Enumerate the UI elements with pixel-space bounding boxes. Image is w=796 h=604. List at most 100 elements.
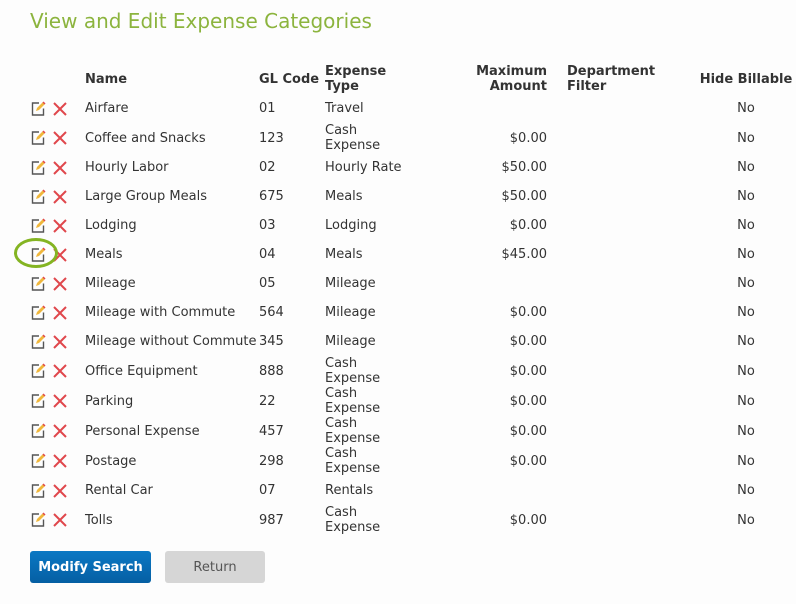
modify-search-button[interactable]: Modify Search: [30, 551, 151, 583]
cell-hide-billable: No: [737, 160, 755, 175]
cell-hide-billable: No: [737, 305, 755, 320]
table-row: Personal Expense 457 Cash Expense $0.00 …: [22, 416, 795, 446]
cell-maximum-amount: $0.00: [509, 363, 547, 379]
cell-hide-billable: No: [737, 334, 755, 349]
delete-icon[interactable]: [52, 305, 68, 321]
cell-name: Parking: [85, 393, 134, 409]
cell-gl-code: 02: [259, 160, 276, 175]
cell-department-filter: [557, 386, 697, 416]
header-name[interactable]: Name: [85, 64, 259, 94]
return-button[interactable]: Return: [165, 551, 265, 583]
delete-icon[interactable]: [52, 453, 68, 469]
table-row: Large Group Meals 675 Meals $50.00 No: [22, 182, 795, 211]
delete-icon[interactable]: [52, 101, 68, 117]
cell-name: Mileage with Commute: [85, 305, 236, 320]
table-header: Name GL Code Expense Type Maximum Amount…: [22, 64, 795, 94]
cell-department-filter: [557, 356, 697, 386]
cell-gl-code: 888: [259, 363, 284, 379]
delete-icon[interactable]: [52, 130, 68, 146]
highlight-circle: [14, 237, 58, 268]
delete-icon[interactable]: [52, 512, 68, 528]
header-department-filter[interactable]: Department Filter: [557, 64, 697, 94]
cell-name: Postage: [85, 453, 137, 469]
delete-icon[interactable]: [52, 363, 68, 379]
edit-icon[interactable]: [30, 304, 46, 321]
table-row: Office Equipment 888 Cash Expense $0.00 …: [22, 356, 795, 386]
header-maximum-amount[interactable]: Maximum Amount: [415, 64, 557, 94]
cell-hide-billable: No: [737, 247, 755, 262]
cell-expense-type: Hourly Rate: [325, 160, 402, 175]
cell-hide-billable: No: [737, 393, 755, 409]
edit-icon[interactable]: [30, 333, 46, 350]
cell-name: Airfare: [85, 101, 129, 116]
edit-icon[interactable]: [30, 393, 46, 409]
cell-maximum-amount: $0.00: [509, 512, 547, 528]
cell-department-filter: [557, 298, 697, 327]
cell-expense-type: Cash Expense: [325, 505, 381, 535]
cell-gl-code: 07: [259, 483, 276, 498]
cell-name: Coffee and Snacks: [85, 130, 206, 146]
cell-name: Mileage: [85, 276, 136, 291]
cell-maximum-amount: $50.00: [501, 160, 548, 175]
cell-name: Lodging: [85, 218, 137, 233]
edit-icon[interactable]: [30, 188, 46, 205]
delete-icon[interactable]: [52, 393, 68, 409]
cell-hide-billable: No: [737, 363, 755, 379]
delete-icon[interactable]: [52, 483, 68, 499]
cell-maximum-amount: [415, 94, 557, 123]
cell-name: Personal Expense: [85, 423, 200, 439]
edit-icon[interactable]: [30, 482, 46, 499]
cell-department-filter: [557, 476, 697, 505]
cell-gl-code: 564: [259, 305, 284, 320]
cell-hide-billable: No: [737, 483, 755, 498]
edit-icon[interactable]: [30, 453, 46, 469]
edit-icon[interactable]: [30, 159, 46, 176]
cell-department-filter: [557, 94, 697, 123]
cell-hide-billable: No: [737, 453, 755, 469]
edit-icon[interactable]: [30, 363, 46, 379]
edit-icon[interactable]: [30, 130, 46, 146]
delete-icon[interactable]: [52, 218, 68, 234]
cell-expense-type: Mileage: [325, 276, 376, 291]
table-row: Mileage with Commute 564 Mileage $0.00 N…: [22, 298, 795, 327]
delete-icon[interactable]: [52, 160, 68, 176]
cell-department-filter: [557, 505, 697, 535]
table-row: Mileage without Commute 345 Mileage $0.0…: [22, 327, 795, 356]
edit-icon[interactable]: [30, 100, 46, 117]
cell-maximum-amount: $0.00: [509, 334, 547, 349]
cell-gl-code: 04: [259, 247, 276, 262]
edit-icon[interactable]: [30, 217, 46, 234]
cell-maximum-amount: $50.00: [501, 189, 548, 204]
cell-maximum-amount: [415, 269, 557, 298]
table-row: Meals 04 Meals $45.00 No: [14, 237, 795, 269]
cell-department-filter: [557, 153, 697, 182]
table-row: Hourly Labor 02 Hourly Rate $50.00 No: [22, 153, 795, 182]
header-hide-billable[interactable]: Hide Billable: [697, 64, 795, 94]
header-gl-code[interactable]: GL Code: [259, 64, 325, 94]
table-row: Postage 298 Cash Expense $0.00 No: [22, 446, 795, 476]
cell-maximum-amount: $0.00: [509, 423, 547, 439]
delete-icon[interactable]: [52, 276, 68, 292]
edit-icon[interactable]: [30, 423, 46, 439]
edit-icon[interactable]: [30, 275, 46, 292]
cell-expense-type: Cash Expense: [325, 416, 381, 446]
delete-icon[interactable]: [52, 334, 68, 350]
cell-hide-billable: No: [737, 512, 755, 528]
header-expense-type[interactable]: Expense Type: [325, 64, 415, 94]
delete-icon[interactable]: [52, 189, 68, 205]
cell-expense-type: Lodging: [325, 218, 377, 233]
cell-gl-code: 22: [259, 393, 276, 409]
cell-maximum-amount: $0.00: [509, 453, 547, 469]
cell-expense-type: Meals: [325, 247, 363, 262]
edit-icon[interactable]: [30, 512, 46, 528]
cell-expense-type: Cash Expense: [325, 446, 381, 476]
cell-gl-code: 457: [259, 423, 284, 439]
delete-icon[interactable]: [52, 423, 68, 439]
cell-expense-type: Cash Expense: [325, 386, 381, 416]
cell-department-filter: [557, 446, 697, 476]
cell-department-filter: [557, 240, 697, 269]
cell-expense-type: Mileage: [325, 334, 376, 349]
table-row: Coffee and Snacks 123 Cash Expense $0.00…: [22, 123, 795, 153]
cell-gl-code: 123: [259, 130, 284, 146]
table-row: Parking 22 Cash Expense $0.00 No: [22, 386, 795, 416]
